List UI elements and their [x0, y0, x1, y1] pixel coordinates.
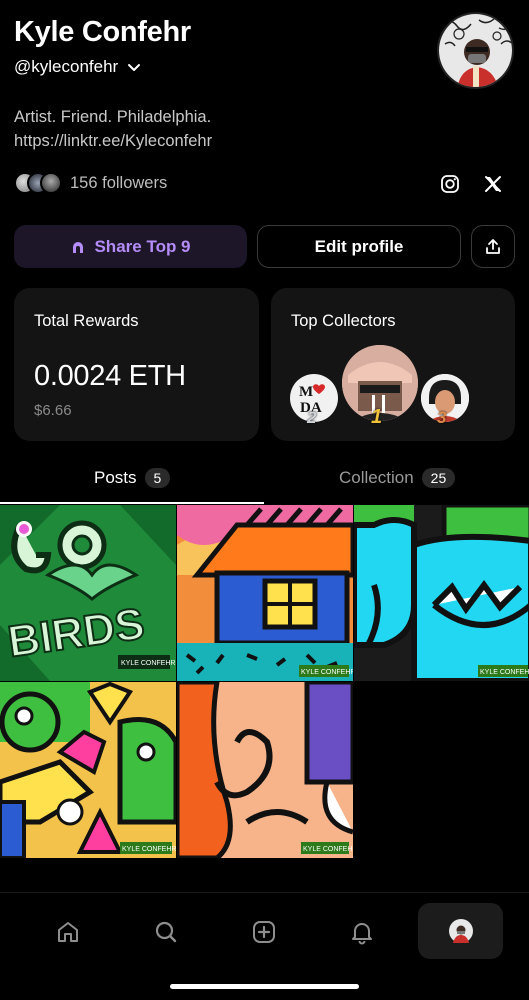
tab-collection[interactable]: Collection 25 — [339, 468, 456, 488]
svg-text:M: M — [299, 384, 313, 400]
followers-row[interactable]: 156 followers — [14, 172, 167, 194]
share-button[interactable] — [471, 225, 515, 268]
profile-tab[interactable] — [418, 903, 503, 959]
followers-count: 156 followers — [70, 173, 168, 192]
post-tile-4[interactable]: KYLE CONFEHR — [0, 682, 176, 858]
post-tile-5[interactable]: KYLE CONFEHR — [177, 682, 353, 858]
tab-posts[interactable]: Posts 5 — [94, 468, 171, 488]
bell-icon[interactable] — [338, 913, 386, 951]
bio-link[interactable]: https://linktr.ee/Kyleconfehr — [14, 129, 212, 153]
total-rewards-card[interactable]: Total Rewards 0.0024 ETH $6.66 — [14, 288, 259, 441]
home-indicator — [170, 984, 359, 989]
active-tab-indicator — [0, 502, 264, 504]
profile-avatar[interactable] — [437, 12, 514, 89]
collector-rank-1: 1 — [371, 406, 383, 428]
bio-text: Artist. Friend. Philadelphia. — [14, 108, 212, 126]
svg-text:KYLE CONFEHR: KYLE CONFEHR — [121, 660, 175, 667]
arch-icon — [73, 241, 84, 253]
handle-switcher[interactable]: @kyleconfehr — [14, 57, 142, 77]
post-tile-1[interactable]: BIRDS KYLE CONFEHR — [0, 505, 176, 681]
edit-profile-button[interactable]: Edit profile — [257, 225, 461, 268]
share-top9-label: Share Top 9 — [94, 236, 191, 256]
x-icon[interactable] — [481, 172, 505, 196]
add-icon[interactable] — [240, 913, 288, 951]
share-top9-button[interactable]: Share Top 9 — [14, 225, 247, 268]
svg-text:KYLE CONFEHR: KYLE CONFEHR — [303, 846, 353, 853]
profile-name: Kyle Confehr — [14, 16, 191, 48]
follower-avatar — [40, 172, 62, 194]
svg-text:KYLE CONFEHR: KYLE CONFEHR — [480, 669, 529, 676]
tab-collection-count: 25 — [421, 468, 456, 488]
tab-posts-label: Posts — [94, 468, 137, 487]
collectors-title: Top Collectors — [291, 312, 396, 330]
svg-text:KYLE CONFEHR: KYLE CONFEHR — [301, 669, 353, 676]
tab-collection-label: Collection — [339, 468, 414, 487]
collector-rank-3: 3 — [437, 408, 447, 427]
rewards-eth: 0.0024 ETH — [34, 360, 186, 392]
svg-text:KYLE CONFEHR: KYLE CONFEHR — [122, 846, 176, 853]
share-icon — [486, 238, 500, 254]
edit-profile-label: Edit profile — [314, 236, 404, 256]
profile-handle: @kyleconfehr — [14, 57, 119, 76]
rewards-usd: $6.66 — [34, 402, 72, 419]
posts-grid: BIRDS KYLE CONFEHR KYLE CONFEHR KYLE CON… — [0, 505, 529, 858]
instagram-icon[interactable] — [438, 172, 462, 196]
profile-avatar-icon — [448, 919, 473, 943]
chevron-down-icon — [128, 64, 141, 71]
post-tile-2[interactable]: KYLE CONFEHR — [177, 505, 353, 681]
bio: Artist. Friend. Philadelphia. https://li… — [14, 105, 212, 153]
follower-avatars — [14, 172, 62, 194]
post-tile-3[interactable]: KYLE CONFEHR — [354, 505, 529, 681]
home-icon[interactable] — [44, 913, 92, 951]
search-icon[interactable] — [142, 913, 190, 951]
tab-posts-count: 5 — [144, 468, 171, 488]
collector-rank-2: 2 — [307, 408, 317, 427]
rewards-title: Total Rewards — [34, 312, 139, 330]
bottom-nav — [0, 892, 529, 1000]
top-collectors-card[interactable]: Top Collectors M DA 2 1 3 — [271, 288, 515, 441]
